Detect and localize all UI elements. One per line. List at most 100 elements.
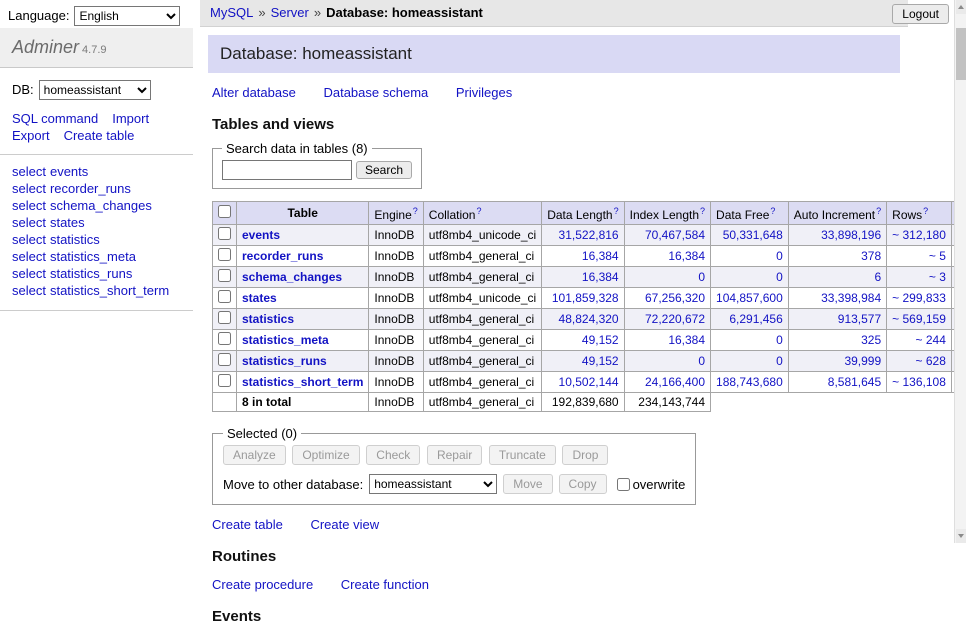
auto-increment-link[interactable]: 33,398,984 [821, 291, 881, 305]
index-length-link[interactable]: 70,467,584 [645, 228, 705, 242]
copy-button[interactable]: Copy [559, 474, 607, 494]
create-table-link[interactable]: Create table [212, 517, 283, 532]
sidebar-table-link[interactable]: states [50, 215, 85, 230]
index-length-link[interactable]: 72,220,672 [645, 312, 705, 326]
scrollbar[interactable] [954, 0, 966, 543]
data-free-link[interactable]: 0 [776, 270, 783, 284]
rows-help-link[interactable]: ? [923, 206, 928, 216]
data-length-link[interactable]: 31,522,816 [559, 228, 619, 242]
analyze-button[interactable]: Analyze [223, 445, 286, 465]
data-free-help-link[interactable]: ? [770, 206, 775, 216]
data-length-link[interactable]: 10,502,144 [559, 375, 619, 389]
sidebar-select-link[interactable]: select [12, 164, 46, 179]
row-checkbox[interactable] [218, 227, 231, 240]
row-checkbox[interactable] [218, 269, 231, 282]
search-button[interactable]: Search [356, 161, 412, 179]
data-free-link[interactable]: 50,331,648 [723, 228, 783, 242]
rows-link[interactable]: ~ 628 [916, 354, 946, 368]
scroll-down-icon[interactable] [956, 529, 966, 543]
data-length-help-link[interactable]: ? [614, 206, 619, 216]
auto-increment-link[interactable]: 39,999 [844, 354, 881, 368]
data-length-link[interactable]: 49,152 [582, 333, 619, 347]
create-procedure-link[interactable]: Create procedure [212, 577, 313, 592]
data-free-link[interactable]: 0 [776, 354, 783, 368]
sidebar-table-link[interactable]: statistics_short_term [50, 283, 169, 298]
rows-link[interactable]: ~ 3 [929, 270, 946, 284]
table-name-link[interactable]: statistics_runs [242, 354, 327, 368]
auto-increment-link[interactable]: 913,577 [838, 312, 881, 326]
auto-increment-link[interactable]: 325 [861, 333, 881, 347]
sidebar-select-link[interactable]: select [12, 215, 46, 230]
scrollbar-thumb[interactable] [956, 28, 966, 80]
rows-link[interactable]: ~ 299,833 [892, 291, 946, 305]
breadcrumb-server-link[interactable]: Server [271, 5, 309, 20]
sidebar-select-link[interactable]: select [12, 198, 46, 213]
database-schema-link[interactable]: Database schema [323, 85, 428, 100]
index-length-help-link[interactable]: ? [700, 206, 705, 216]
breadcrumb-mysql-link[interactable]: MySQL [210, 5, 253, 20]
sidebar-table-link[interactable]: recorder_runs [50, 181, 131, 196]
row-checkbox[interactable] [218, 290, 231, 303]
sidebar-create-table-link[interactable]: Create table [64, 128, 135, 143]
index-length-link[interactable]: 16,384 [668, 333, 705, 347]
table-name-link[interactable]: statistics_meta [242, 333, 329, 347]
sidebar-select-link[interactable]: select [12, 283, 46, 298]
sql-command-link[interactable]: SQL command [12, 111, 98, 126]
rows-link[interactable]: ~ 569,159 [892, 312, 946, 326]
index-length-link[interactable]: 24,166,400 [645, 375, 705, 389]
move-button[interactable]: Move [503, 474, 552, 494]
data-free-link[interactable]: 6,291,456 [729, 312, 782, 326]
index-length-link[interactable]: 16,384 [668, 249, 705, 263]
create-function-link[interactable]: Create function [341, 577, 429, 592]
data-length-link[interactable]: 16,384 [582, 249, 619, 263]
rows-link[interactable]: ~ 136,108 [892, 375, 946, 389]
sidebar-table-link[interactable]: schema_changes [50, 198, 152, 213]
sidebar-select-link[interactable]: select [12, 266, 46, 281]
check-button[interactable]: Check [366, 445, 420, 465]
rows-link[interactable]: ~ 244 [916, 333, 946, 347]
sidebar-table-link[interactable]: statistics_runs [50, 266, 132, 281]
sidebar-table-link[interactable]: events [50, 164, 88, 179]
overwrite-checkbox[interactable] [617, 478, 630, 491]
table-name-link[interactable]: states [242, 291, 277, 305]
table-name-link[interactable]: statistics [242, 312, 294, 326]
row-checkbox[interactable] [218, 374, 231, 387]
row-checkbox[interactable] [218, 311, 231, 324]
table-name-link[interactable]: statistics_short_term [242, 375, 363, 389]
rows-link[interactable]: ~ 5 [929, 249, 946, 263]
adminer-logo[interactable]: Adminer [12, 37, 79, 57]
auto-increment-link[interactable]: 8,581,645 [828, 375, 881, 389]
data-length-link[interactable]: 49,152 [582, 354, 619, 368]
db-select[interactable]: homeassistant [39, 80, 151, 100]
table-name-link[interactable]: events [242, 228, 280, 242]
create-view-link[interactable]: Create view [310, 517, 379, 532]
sidebar-table-link[interactable]: statistics_meta [50, 249, 136, 264]
scroll-up-icon[interactable] [956, 0, 966, 14]
repair-button[interactable]: Repair [427, 445, 482, 465]
index-length-link[interactable]: 67,256,320 [645, 291, 705, 305]
select-all-checkbox[interactable] [218, 205, 231, 218]
alter-database-link[interactable]: Alter database [212, 85, 296, 100]
drop-button[interactable]: Drop [562, 445, 608, 465]
move-db-select[interactable]: homeassistant [369, 474, 497, 494]
language-select[interactable]: English [74, 6, 180, 26]
optimize-button[interactable]: Optimize [292, 445, 359, 465]
truncate-button[interactable]: Truncate [489, 445, 556, 465]
auto-increment-link[interactable]: 6 [874, 270, 881, 284]
collation-help-link[interactable]: ? [476, 206, 481, 216]
engine-help-link[interactable]: ? [413, 206, 418, 216]
sidebar-select-link[interactable]: select [12, 181, 46, 196]
index-length-link[interactable]: 0 [698, 354, 705, 368]
table-name-link[interactable]: schema_changes [242, 270, 342, 284]
data-free-link[interactable]: 188,743,680 [716, 375, 783, 389]
auto-increment-link[interactable]: 378 [861, 249, 881, 263]
sidebar-select-link[interactable]: select [12, 232, 46, 247]
export-link[interactable]: Export [12, 128, 50, 143]
import-link[interactable]: Import [112, 111, 149, 126]
auto-increment-help-link[interactable]: ? [876, 206, 881, 216]
rows-link[interactable]: ~ 312,180 [892, 228, 946, 242]
privileges-link[interactable]: Privileges [456, 85, 512, 100]
row-checkbox[interactable] [218, 353, 231, 366]
table-name-link[interactable]: recorder_runs [242, 249, 323, 263]
sidebar-select-link[interactable]: select [12, 249, 46, 264]
